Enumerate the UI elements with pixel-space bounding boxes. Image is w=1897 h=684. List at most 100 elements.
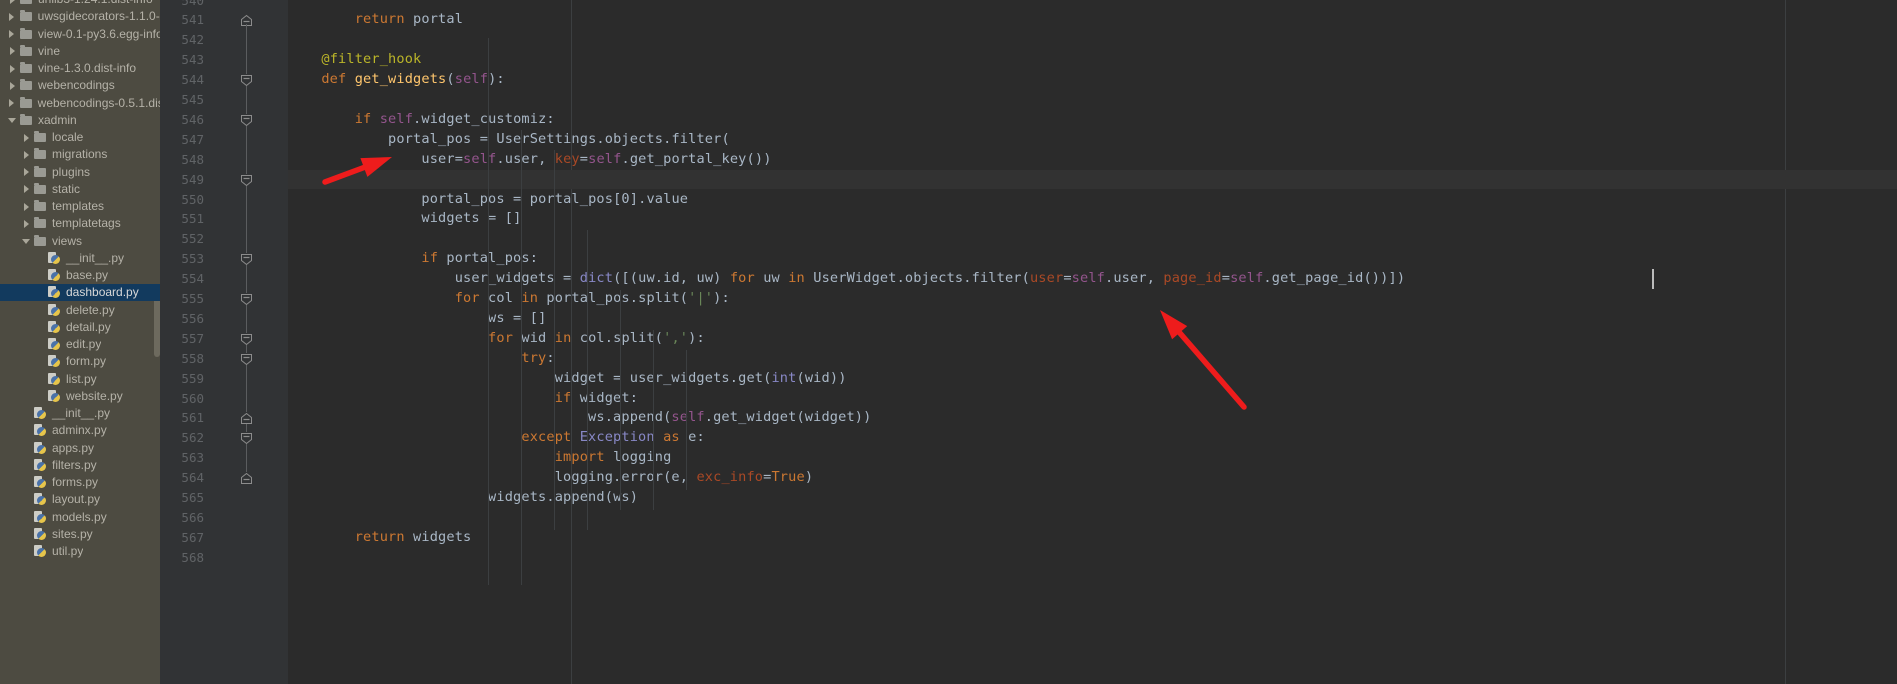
fold-end-icon[interactable] xyxy=(240,412,253,425)
tree-item-label: delete.py xyxy=(66,302,115,317)
tree-item--init-py[interactable]: __init__.py xyxy=(0,405,160,422)
code-line[interactable]: if self.widget_customiz: xyxy=(288,110,555,130)
fold-collapse-icon[interactable] xyxy=(240,333,253,345)
code-line[interactable]: def get_widgets(self): xyxy=(288,70,505,90)
tree-item-label: list.py xyxy=(66,371,97,386)
chevron-right-icon[interactable] xyxy=(6,99,18,108)
code-line[interactable]: portal_pos = UserSettings.objects.filter… xyxy=(288,130,730,150)
chevron-right-icon[interactable] xyxy=(20,185,32,194)
tree-item-label: __init__.py xyxy=(52,406,111,420)
code-line[interactable]: return portal xyxy=(288,10,463,30)
tree-item-label: uwsgidecorators-1.1.0-py xyxy=(37,9,160,24)
tree-item-adminx-py[interactable]: adminx.py xyxy=(0,422,160,439)
tree-item-urllib3-1-24-1-dist-info[interactable]: urllib3-1.24.1.dist-info xyxy=(0,0,160,8)
chevron-down-icon[interactable] xyxy=(20,238,32,244)
code-line[interactable]: return widgets xyxy=(288,528,472,548)
chevron-right-icon[interactable] xyxy=(20,133,32,142)
folder-icon xyxy=(18,27,34,39)
tree-item-base-py[interactable]: base.py xyxy=(0,267,160,284)
chevron-right-icon[interactable] xyxy=(6,30,18,39)
tree-item-edit-py[interactable]: edit.py xyxy=(0,336,160,353)
tree-item-vine-1-3-0-dist-info[interactable]: vine-1.3.0.dist-info xyxy=(0,60,160,77)
tree-item-xadmin[interactable]: xadmin xyxy=(0,112,160,129)
code-line[interactable]: if widget: xyxy=(288,389,638,409)
tree-item-static[interactable]: static xyxy=(0,181,160,198)
fold-collapse-icon[interactable] xyxy=(240,74,253,87)
tree-item-forms-py[interactable]: forms.py xyxy=(0,474,160,491)
line-number: 544 xyxy=(181,72,204,88)
code-line[interactable]: if portal_pos: xyxy=(288,249,538,269)
tree-item-templates[interactable]: templates xyxy=(0,198,160,215)
code-editor[interactable]: 540 541 542 543 544 545 546 547 548 549 550 551 552 5… xyxy=(160,0,1897,684)
chevron-down-icon[interactable] xyxy=(6,117,18,123)
python-file-icon xyxy=(46,286,62,299)
tree-item-migrations[interactable]: migrations xyxy=(0,146,160,163)
line-number: 550 xyxy=(181,191,204,207)
code-line[interactable]: logging.error(e, exc_info=True) xyxy=(288,468,813,488)
folder-icon xyxy=(18,79,34,91)
project-file-tree[interactable]: urllib3-1.24.1.dist-infouwsgidecorators-… xyxy=(0,0,160,684)
chevron-right-icon[interactable] xyxy=(6,47,18,56)
code-line[interactable]: user=self.user, key=self.get_portal_key(… xyxy=(288,150,772,170)
code-text-area[interactable]: return portal @filter_hook def get_widge… xyxy=(288,0,1897,684)
code-line[interactable]: try: xyxy=(288,349,555,369)
tree-item-uwsgidecorators-1-1-0-py[interactable]: uwsgidecorators-1.1.0-py xyxy=(0,8,160,25)
fold-connector xyxy=(246,265,247,293)
tree-item-delete-py[interactable]: delete.py xyxy=(0,302,160,319)
tree-item-util-py[interactable]: util.py xyxy=(0,543,160,560)
code-line[interactable]: for wid in col.split(','): xyxy=(288,329,705,349)
tree-item-apps-py[interactable]: apps.py xyxy=(0,440,160,457)
code-line[interactable]: widgets.append(ws) xyxy=(288,488,638,508)
fold-collapse-icon[interactable] xyxy=(240,174,253,186)
chevron-right-icon[interactable] xyxy=(20,219,32,228)
tree-item--init-py[interactable]: __init__.py xyxy=(0,250,160,267)
fold-collapse-icon[interactable] xyxy=(240,293,253,306)
tree-item-sites-py[interactable]: sites.py xyxy=(0,526,160,543)
chevron-right-icon[interactable] xyxy=(6,64,18,73)
tree-item-models-py[interactable]: models.py xyxy=(0,509,160,526)
tree-item-detail-py[interactable]: detail.py xyxy=(0,319,160,336)
tree-item-webencodings[interactable]: webencodings xyxy=(0,77,160,94)
fold-collapse-icon[interactable] xyxy=(240,432,253,445)
chevron-right-icon[interactable] xyxy=(20,168,32,177)
code-line[interactable]: ws = [] xyxy=(288,309,546,329)
fold-end-icon[interactable] xyxy=(240,472,253,485)
tree-item-templatetags[interactable]: templatetags xyxy=(0,215,160,232)
tree-item-view-0-1-py3-6-egg-info[interactable]: view-0.1-py3.6.egg-info xyxy=(0,26,160,43)
tree-item-filters-py[interactable]: filters.py xyxy=(0,457,160,474)
line-number: 540 xyxy=(181,0,204,8)
editor-gutter[interactable]: 540 541 542 543 544 545 546 547 548 549 550 551 552 5… xyxy=(160,0,288,684)
tree-item-dashboard-py[interactable]: dashboard.py xyxy=(0,284,160,302)
code-line[interactable]: ws.append(self.get_widget(widget)) xyxy=(288,408,871,428)
tree-item-webencodings-0-5-1-dist-[interactable]: webencodings-0.5.1.dist- xyxy=(0,95,160,112)
line-number: 561 xyxy=(181,410,204,426)
code-line[interactable]: for col in portal_pos.split('|'): xyxy=(288,289,730,309)
tree-item-label: templates xyxy=(52,199,105,213)
chevron-right-icon[interactable] xyxy=(20,150,32,159)
tree-item-website-py[interactable]: website.py xyxy=(0,388,160,405)
python-file-icon xyxy=(46,389,62,403)
tree-item-layout-py[interactable]: layout.py xyxy=(0,491,160,508)
code-line[interactable]: import logging xyxy=(288,448,672,468)
text-caret xyxy=(1652,269,1654,289)
code-line[interactable]: except Exception as e: xyxy=(288,428,705,448)
chevron-right-icon[interactable] xyxy=(6,0,18,4)
chevron-right-icon[interactable] xyxy=(6,81,18,90)
code-line[interactable]: user_widgets = dict([(uw.id, uw) for uw … xyxy=(288,269,1405,289)
code-line[interactable]: widget = user_widgets.get(int(wid)) xyxy=(288,369,847,389)
line-number: 567 xyxy=(181,529,204,545)
fold-collapse-icon[interactable] xyxy=(240,114,253,127)
code-line[interactable]: @filter_hook xyxy=(288,50,421,70)
code-line[interactable]: widgets = [] xyxy=(288,209,521,229)
fold-collapse-icon[interactable] xyxy=(240,353,253,365)
tree-item-views[interactable]: views xyxy=(0,233,160,250)
fold-connector xyxy=(246,185,247,254)
chevron-right-icon[interactable] xyxy=(20,202,32,211)
fold-collapse-icon[interactable] xyxy=(240,253,253,266)
tree-item-form-py[interactable]: form.py xyxy=(0,353,160,370)
tree-item-locale[interactable]: locale xyxy=(0,129,160,146)
tree-item-list-py[interactable]: list.py xyxy=(0,371,160,388)
chevron-right-icon[interactable] xyxy=(6,12,18,21)
tree-item-vine[interactable]: vine xyxy=(0,43,160,60)
tree-item-plugins[interactable]: plugins xyxy=(0,164,160,181)
